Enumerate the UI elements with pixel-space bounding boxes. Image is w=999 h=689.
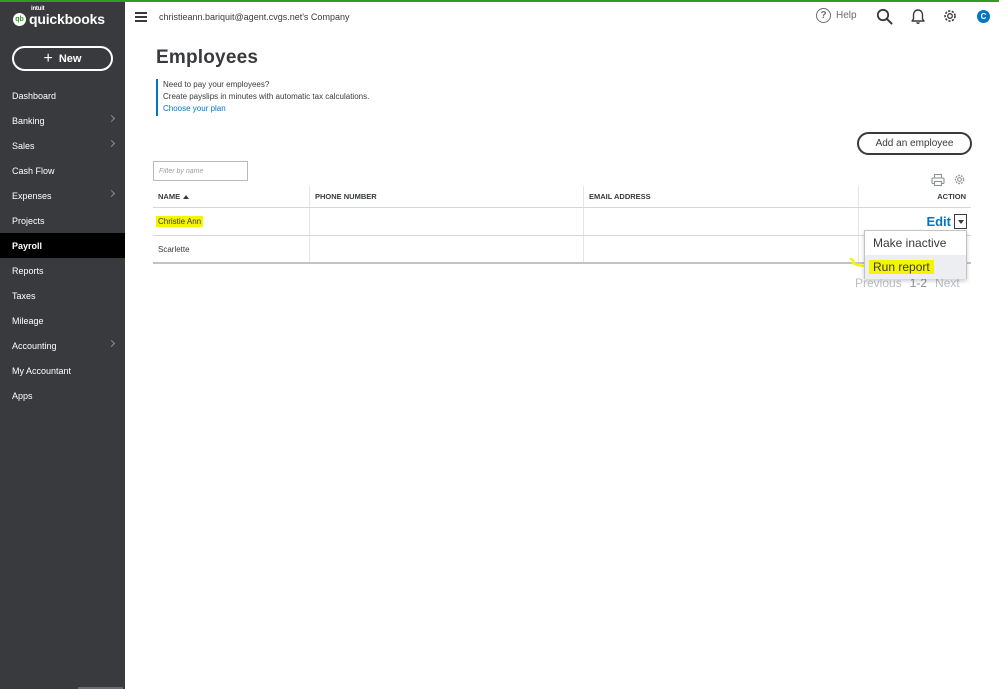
sort-ascending-icon xyxy=(183,194,190,199)
logo-wordmark: intuit quickbooks xyxy=(29,6,105,27)
column-header-name-label: NAME xyxy=(158,192,181,201)
employee-name[interactable]: Christie Ann xyxy=(156,216,204,227)
user-avatar[interactable]: C xyxy=(977,10,990,23)
column-header-action: ACTION xyxy=(859,186,971,207)
bell-icon[interactable] xyxy=(910,8,926,25)
add-employee-button[interactable]: Add an employee xyxy=(857,132,972,155)
table-settings-gear-icon[interactable] xyxy=(953,173,966,186)
sidebar-item-label: Expenses xyxy=(12,190,52,201)
sidebar-item-cash-flow[interactable]: Cash Flow xyxy=(0,158,125,183)
sidebar-item-banking[interactable]: Banking xyxy=(0,108,125,133)
table-row[interactable]: Christie Ann Edit xyxy=(153,208,971,236)
plus-icon: + xyxy=(43,49,53,67)
sidebar-item-label: Sales xyxy=(12,140,35,151)
quickbooks-logo-icon: qb xyxy=(13,12,26,26)
sidebar-item-apps[interactable]: Apps xyxy=(0,383,125,408)
menu-icon[interactable] xyxy=(135,12,147,22)
sidebar-item-accounting[interactable]: Accounting xyxy=(0,333,125,358)
sidebar-item-label: Accounting xyxy=(12,340,57,351)
top-accent-bar xyxy=(0,0,999,2)
sidebar-item-payroll[interactable]: Payroll xyxy=(0,233,125,258)
edit-link[interactable]: Edit xyxy=(926,214,951,229)
quickbooks-logo[interactable]: qb intuit quickbooks xyxy=(13,6,105,29)
sidebar-item-label: Dashboard xyxy=(12,90,57,101)
chevron-right-icon xyxy=(107,189,116,198)
sidebar-item-label: Mileage xyxy=(12,315,44,326)
help-label: Help xyxy=(836,10,857,21)
phone-cell xyxy=(310,208,584,235)
employee-name[interactable]: Scarlette xyxy=(158,245,190,254)
logo-name: quickbooks xyxy=(29,11,105,27)
logo-brand: intuit xyxy=(31,6,45,12)
sidebar-item-taxes[interactable]: Taxes xyxy=(0,283,125,308)
filter-by-name-input[interactable] xyxy=(153,161,248,181)
run-report-option[interactable]: Run report xyxy=(865,255,966,279)
action-dropdown-toggle[interactable] xyxy=(954,214,967,229)
promo-line-1: Need to pay your employees? xyxy=(163,80,270,89)
company-name: christieann.bariquit@agent.cvgs.net's Co… xyxy=(159,12,350,22)
column-header-phone[interactable]: PHONE NUMBER xyxy=(310,186,584,207)
help-icon: ? xyxy=(816,8,831,23)
table-header: NAME PHONE NUMBER EMAIL ADDRESS ACTION xyxy=(153,186,971,208)
column-header-email-label: EMAIL ADDRESS xyxy=(589,192,651,201)
caret-down-icon xyxy=(957,219,964,224)
sidebar-item-my-accountant[interactable]: My Accountant xyxy=(0,358,125,383)
sidebar-item-label: Taxes xyxy=(12,290,36,301)
help-button[interactable]: ? Help xyxy=(816,8,857,23)
sidebar-item-expenses[interactable]: Expenses xyxy=(0,183,125,208)
sidebar-item-dashboard[interactable]: Dashboard xyxy=(0,83,125,108)
sidebar-nav: Dashboard Banking Sales Cash Flow Expenses Pr… xyxy=(0,83,125,408)
email-cell xyxy=(584,208,859,235)
search-icon[interactable] xyxy=(876,8,893,25)
gear-icon[interactable] xyxy=(942,8,958,24)
sidebar-item-sales[interactable]: Sales xyxy=(0,133,125,158)
promo-line-2: Create payslips in minutes with automati… xyxy=(163,92,370,101)
new-button[interactable]: + New xyxy=(12,46,113,71)
new-button-label: New xyxy=(58,52,82,65)
print-icon[interactable] xyxy=(931,173,945,187)
page-title: Employees xyxy=(156,47,259,68)
sidebar-item-projects[interactable]: Projects xyxy=(0,208,125,233)
sidebar: qb intuit quickbooks + New Dashboard Bank… xyxy=(0,2,125,689)
email-cell xyxy=(584,236,859,262)
make-inactive-label: Make inactive xyxy=(873,236,947,250)
column-header-name[interactable]: NAME xyxy=(153,186,310,207)
sidebar-item-label: My Accountant xyxy=(12,365,72,376)
make-inactive-option[interactable]: Make inactive xyxy=(865,231,966,255)
chevron-right-icon xyxy=(107,339,116,348)
sidebar-item-label: Payroll xyxy=(12,240,43,251)
employee-name-cell[interactable]: Scarlette xyxy=(153,236,310,262)
employee-name-cell[interactable]: Christie Ann xyxy=(153,208,310,235)
chevron-right-icon xyxy=(107,139,116,148)
employees-table: NAME PHONE NUMBER EMAIL ADDRESS ACTION C… xyxy=(153,186,971,264)
sidebar-item-label: Reports xyxy=(12,265,44,276)
sidebar-item-label: Apps xyxy=(12,390,33,401)
column-header-phone-label: PHONE NUMBER xyxy=(315,192,377,201)
chevron-right-icon xyxy=(107,114,116,123)
choose-plan-link[interactable]: Choose your plan xyxy=(163,104,226,113)
phone-cell xyxy=(310,236,584,262)
sidebar-item-label: Cash Flow xyxy=(12,165,55,176)
column-header-action-label: ACTION xyxy=(937,192,966,201)
run-report-label: Run report xyxy=(869,260,934,274)
sidebar-item-label: Banking xyxy=(12,115,45,126)
sidebar-item-label: Projects xyxy=(12,215,45,226)
sidebar-item-mileage[interactable]: Mileage xyxy=(0,308,125,333)
sidebar-item-reports[interactable]: Reports xyxy=(0,258,125,283)
payroll-promo: Need to pay your employees? Create paysl… xyxy=(156,79,369,116)
action-dropdown-menu: Make inactive Run report xyxy=(864,230,967,279)
column-header-email[interactable]: EMAIL ADDRESS xyxy=(584,186,859,207)
